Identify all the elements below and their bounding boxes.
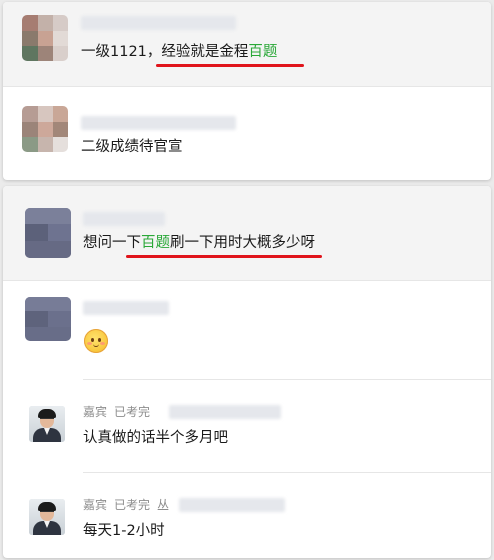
avatar-blurred[interactable] xyxy=(22,106,68,152)
avatar-photo[interactable] xyxy=(29,499,65,535)
avatar-blurred[interactable] xyxy=(25,297,71,341)
avatar-blurred[interactable] xyxy=(22,15,68,61)
username-blurred xyxy=(83,301,169,315)
post-card-top: 一级1121，经验就是金程百题 二级成绩待官宣 xyxy=(3,2,491,180)
reply-text: 认真做的话半个多月吧 xyxy=(83,430,228,446)
reply-meta: 嘉宾 已考完 xyxy=(83,404,150,420)
post-item-2[interactable]: 二级成绩待官宣 xyxy=(3,87,491,180)
post-item-1[interactable]: 一级1121，经验就是金程百题 xyxy=(3,2,491,86)
reply-author[interactable]: 嘉宾 xyxy=(83,405,107,419)
post-item-3[interactable]: 想问一下百题刷一下用时大概多少呀 xyxy=(3,186,491,280)
meta-blurred xyxy=(179,498,285,512)
reply-item-3[interactable]: 嘉宾 已考完丛 每天1-2小时 xyxy=(3,473,491,558)
meta-blurred xyxy=(169,405,281,419)
red-underline xyxy=(126,255,322,258)
reply-meta: 嘉宾 已考完丛 xyxy=(83,497,169,513)
username-blurred xyxy=(81,16,236,30)
username-blurred xyxy=(81,116,236,130)
reply-badge: 已考完 xyxy=(114,405,151,419)
red-underline xyxy=(156,64,304,67)
post-text-1: 一级1121，经验就是金程百题 xyxy=(81,44,278,60)
username-blurred xyxy=(83,212,165,226)
smiling-face-emoji xyxy=(84,329,108,353)
reply-item-1[interactable] xyxy=(3,281,491,379)
avatar-blurred[interactable] xyxy=(25,208,71,258)
post-text-3: 想问一下百题刷一下用时大概多少呀 xyxy=(83,235,315,251)
reply-item-2[interactable]: 嘉宾 已考完 认真做的话半个多月吧 xyxy=(3,380,491,472)
avatar-photo[interactable] xyxy=(29,406,65,442)
reply-text: 每天1-2小时 xyxy=(83,523,165,539)
post-text-2: 二级成绩待官宣 xyxy=(81,139,183,155)
post-card-bottom: 想问一下百题刷一下用时大概多少呀 嘉宾 已考完 认真做的话半个多月吧 嘉宾 已考… xyxy=(3,186,491,558)
reply-badge: 已考完 xyxy=(114,498,151,512)
reply-extra: 丛 xyxy=(157,498,170,512)
reply-author[interactable]: 嘉宾 xyxy=(83,498,107,512)
